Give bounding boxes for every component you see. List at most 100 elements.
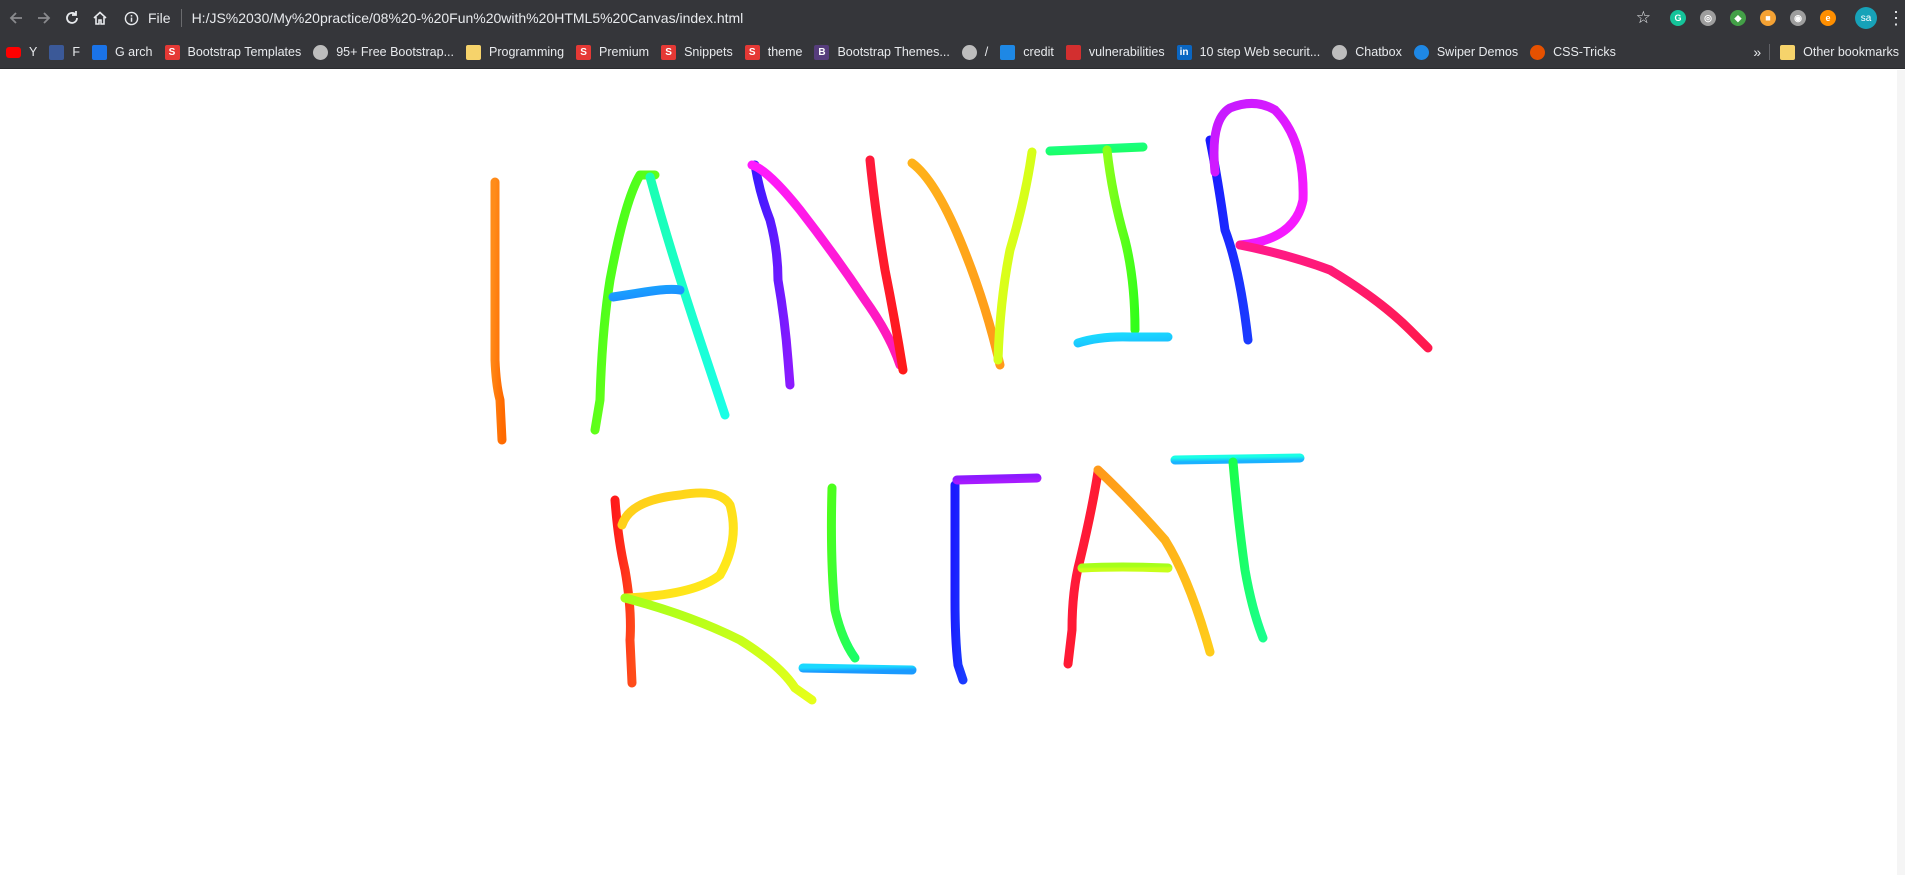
home-icon [93, 11, 107, 25]
brush-stroke [826, 483, 860, 663]
bookmark-label: vulnerabilities [1088, 45, 1165, 59]
bookmark-item[interactable]: Swiper Demos [1408, 40, 1524, 64]
bookmark-item[interactable]: 95+ Free Bootstrap... [307, 40, 460, 64]
reload-icon [66, 11, 78, 24]
back-button[interactable] [2, 4, 30, 32]
bookmark-label: CSS-Tricks [1553, 45, 1616, 59]
info-icon[interactable] [122, 9, 140, 27]
globe-icon [961, 44, 977, 60]
bookmark-label: theme [767, 45, 803, 59]
avatar[interactable]: sa [1855, 7, 1877, 29]
extensions-area: G ◎ ◆ ■ ◉ e [1663, 10, 1843, 26]
bookmarks-divider [1769, 44, 1771, 60]
bookmark-label: Programming [489, 45, 565, 59]
grammarly-icon[interactable]: G [1670, 10, 1686, 26]
s-logo-icon: S [164, 44, 180, 60]
brush-stroke [645, 172, 730, 420]
youtube-icon [6, 46, 21, 58]
bookmark-label: Bootstrap Themes... [837, 45, 950, 59]
address-divider [180, 9, 182, 27]
bookmark-item[interactable]: F [43, 40, 86, 64]
page-viewport [0, 70, 1905, 875]
bookmark-item[interactable]: S Bootstrap Templates [159, 40, 308, 64]
k-logo-icon [1065, 44, 1081, 60]
brush-stroke [1235, 240, 1433, 353]
bookmark-label: Premium [599, 45, 650, 59]
s-logo-icon: S [576, 44, 592, 60]
bookmark-list: Y F G arch S Bootstrap Templates 95+ Free Boo… [0, 36, 1622, 68]
reload-button[interactable] [58, 4, 86, 32]
menu-icon[interactable]: ⋮ [1887, 8, 1905, 29]
browser-toolbar: File H:/JS%2030/My%20practice/08%20-%20F… [0, 0, 1905, 36]
brush-stroke [1102, 145, 1140, 335]
bookmarks-bar: Y F G arch S Bootstrap Templates 95+ Free Boo… [0, 36, 1905, 69]
facebook-icon [49, 44, 65, 60]
url-text[interactable]: H:/JS%2030/My%20practice/08%20-%20Fun%20… [192, 10, 744, 26]
bookmark-other[interactable]: Other bookmarks [1774, 40, 1905, 64]
brush-stroke [617, 488, 738, 603]
folder-icon [466, 44, 482, 60]
bookmark-label: 10 step Web securit... [1199, 45, 1321, 59]
bookmark-item[interactable]: CSS-Tricks [1524, 40, 1622, 64]
bookmark-label: G arch [114, 45, 153, 59]
brush-stroke [1170, 453, 1305, 465]
s-logo-icon: S [744, 44, 760, 60]
extension-green-icon[interactable]: ◆ [1730, 10, 1746, 26]
address-bar[interactable]: File H:/JS%2030/My%20practice/08%20-%20F… [122, 4, 1636, 32]
brush-stroke [1093, 465, 1215, 657]
bookmark-item[interactable]: S Premium [570, 40, 655, 64]
bookmark-label: 95+ Free Bootstrap... [336, 45, 455, 59]
bookmark-item[interactable]: / [956, 40, 994, 64]
scrollbar[interactable] [1897, 70, 1905, 875]
s-logo-icon: S [661, 44, 677, 60]
brush-stroke [1045, 142, 1148, 156]
brush-stroke [590, 170, 660, 435]
brush-stroke [950, 480, 968, 685]
search-icon [91, 44, 107, 60]
bookmark-label: Bootstrap Templates [187, 45, 302, 59]
globe-icon [1332, 44, 1348, 60]
bookmark-label: Snippets [684, 45, 733, 59]
bookmark-item[interactable]: B Bootstrap Themes... [808, 40, 955, 64]
drawing-canvas[interactable] [0, 70, 1897, 875]
bookmark-label: Chatbox [1355, 45, 1402, 59]
bookmark-item[interactable]: Programming [460, 40, 570, 64]
s-circle-icon [1413, 44, 1429, 60]
bookmark-item[interactable]: S Snippets [655, 40, 739, 64]
brush-stroke [620, 593, 817, 705]
bookmark-item[interactable]: Y [0, 40, 43, 64]
arrow-left-icon [9, 12, 22, 24]
bootstrap-icon: B [814, 44, 830, 60]
forward-button[interactable] [30, 4, 58, 32]
brush-stroke [798, 663, 917, 675]
brush-stroke [952, 473, 1042, 485]
camera-icon[interactable]: ◉ [1790, 10, 1806, 26]
bookmark-star-icon[interactable]: ☆ [1636, 8, 1651, 28]
bookmark-other-label: Other bookmarks [1803, 45, 1899, 59]
bookmark-item[interactable]: G arch [86, 40, 159, 64]
toolbar-right: ☆ G ◎ ◆ ■ ◉ e sa ⋮ [1636, 7, 1905, 29]
folder-icon [1780, 44, 1796, 60]
bookmark-item[interactable]: credit [994, 40, 1060, 64]
brush-stroke [1073, 332, 1173, 348]
extension-gray-icon[interactable]: ◎ [1700, 10, 1716, 26]
bookmark-label: Y [29, 45, 38, 59]
bookmark-item[interactable]: Stheme [739, 40, 809, 64]
extension-ext-icon[interactable]: e [1820, 10, 1836, 26]
brush-stroke [490, 177, 507, 445]
more-bookmarks-icon[interactable]: » [1745, 44, 1769, 60]
file-label: File [148, 10, 171, 26]
bookmark-item[interactable]: vulnerabilities [1060, 40, 1171, 64]
bookmark-item[interactable]: in 10 step Web securit... [1171, 40, 1327, 64]
bookmark-item[interactable]: Chatbox [1326, 40, 1408, 64]
leaf-icon [1000, 44, 1016, 60]
brush-stroke [1228, 457, 1268, 643]
bookmark-label: / [984, 45, 989, 59]
home-button[interactable] [86, 4, 114, 32]
extension-orange-icon[interactable]: ■ [1760, 10, 1776, 26]
star-logo-icon [1530, 44, 1546, 60]
brush-stroke [907, 158, 1005, 370]
bookmark-label: F [72, 45, 80, 59]
brush-stroke [608, 284, 685, 302]
arrow-right-icon [38, 12, 51, 24]
